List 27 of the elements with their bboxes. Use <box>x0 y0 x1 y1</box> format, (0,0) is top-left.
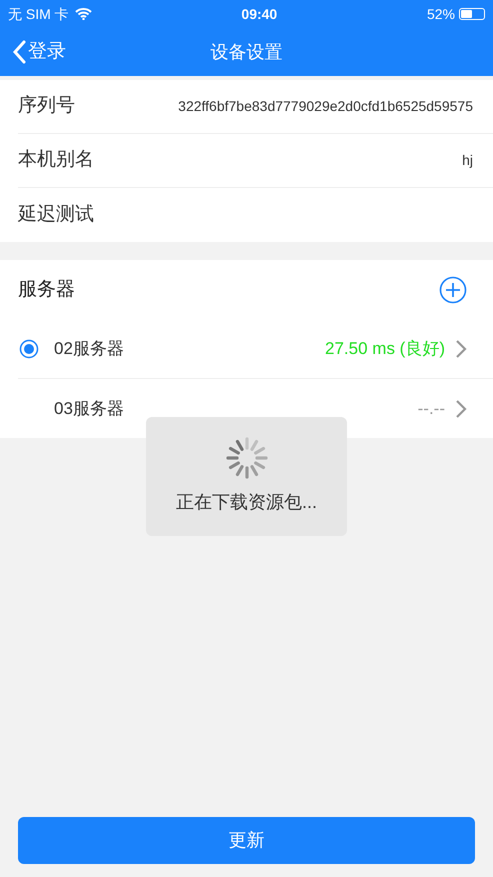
setting-label: 本机别名 <box>18 148 94 172</box>
carrier-text: 无 SIM 卡 <box>8 4 69 24</box>
chevron-right-icon <box>455 339 467 359</box>
section-title: 服务器 <box>18 278 75 302</box>
time-text: 09:40 <box>241 4 278 24</box>
latency-text: --.-- <box>418 398 445 420</box>
chevron-left-icon <box>12 40 26 64</box>
radio-icon[interactable] <box>19 339 39 359</box>
wifi-icon <box>74 8 92 20</box>
setting-label: 延迟测试 <box>18 202 94 227</box>
back-button[interactable]: 登录 <box>0 38 66 66</box>
server-row[interactable]: 03服务器 --.-- <box>18 379 493 438</box>
add-icon[interactable] <box>439 276 467 304</box>
setting-value: hj <box>462 151 473 170</box>
update-button[interactable]: 更新 <box>18 817 475 864</box>
battery-text: 52% <box>426 4 455 24</box>
setting-value: 322ff6bf7be83d7779029e2d0cfd1b6525d59575 <box>178 97 473 116</box>
latency-text: 27.50 ms (良好) <box>325 338 445 360</box>
page-title: 设备设置 <box>210 40 282 64</box>
chevron-right-icon <box>455 398 467 418</box>
server-name: 03服务器 <box>54 398 124 420</box>
battery-icon <box>458 8 485 20</box>
setting-label: 序列号 <box>18 94 75 118</box>
spinner-icon <box>226 437 268 479</box>
server-row[interactable]: 02服务器 27.50 ms (良好) <box>18 320 493 379</box>
server-name: 02服务器 <box>54 338 124 360</box>
loading-text: 正在下载资源包... <box>176 491 317 514</box>
